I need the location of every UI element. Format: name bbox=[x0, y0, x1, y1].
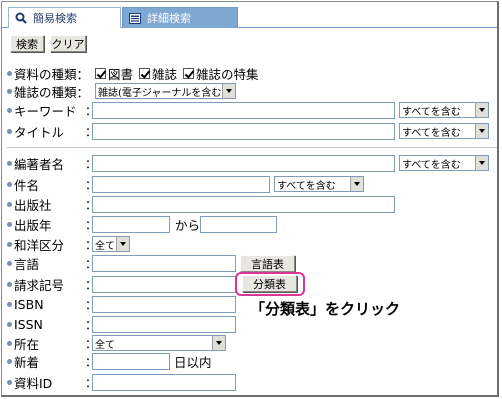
pub-year-from-input[interactable] bbox=[92, 216, 170, 233]
location-select[interactable]: 全て bbox=[92, 335, 226, 351]
search-button[interactable]: 検索 bbox=[10, 35, 44, 52]
magazine-type-select[interactable]: 雑誌(電子ジャーナルを含む) bbox=[95, 83, 236, 99]
chevron-down-icon bbox=[350, 177, 363, 191]
material-id-label: 資料ID bbox=[7, 373, 52, 391]
author-mode-select[interactable]: すべてを含む bbox=[399, 155, 489, 171]
language-table-button[interactable]: 言語表 bbox=[240, 255, 295, 272]
bullet-icon bbox=[7, 70, 12, 76]
material-id-input[interactable] bbox=[92, 374, 236, 391]
tab-simple-label: 簡易検索 bbox=[33, 12, 77, 25]
section-divider bbox=[7, 147, 497, 148]
issn-input[interactable] bbox=[92, 316, 236, 333]
bullet-icon bbox=[7, 201, 12, 207]
author-input[interactable] bbox=[92, 155, 395, 172]
pub-year-to-input[interactable] bbox=[200, 216, 277, 233]
search-panel: 簡易検索 詳細検索 検索 クリア 資料の種類： 図書 雑誌 雑誌の特集 雑誌の種… bbox=[1, 1, 499, 397]
chevron-down-icon bbox=[212, 336, 225, 350]
keyword-label: キーワード bbox=[7, 101, 77, 119]
pub-year-from-text: から bbox=[175, 217, 201, 233]
click-instruction-annotation: 「分類表」をクリック bbox=[250, 300, 401, 318]
subject-mode-select[interactable]: すべてを含む bbox=[274, 176, 364, 192]
tab-bar: 簡易検索 詳細検索 bbox=[2, 2, 497, 28]
bullet-icon bbox=[7, 340, 12, 346]
bullet-icon bbox=[7, 301, 12, 307]
bullet-icon bbox=[7, 260, 12, 266]
magazine-type-label: 雑誌の種類： bbox=[7, 82, 89, 100]
magazine-checkbox-label: 雑誌 bbox=[152, 66, 178, 82]
publisher-input[interactable] bbox=[92, 196, 395, 213]
bullet-icon bbox=[7, 88, 12, 94]
book-checkbox-label: 図書 bbox=[108, 66, 134, 82]
bullet-icon bbox=[7, 321, 12, 327]
subject-label: 件名 bbox=[7, 175, 39, 193]
magazine-feature-checkbox-label: 雑誌の特集 bbox=[196, 66, 259, 82]
call-number-input[interactable] bbox=[92, 276, 236, 293]
chevron-down-icon bbox=[222, 84, 235, 98]
magazine-feature-checkbox[interactable] bbox=[183, 67, 195, 79]
tab-detail-search[interactable]: 詳細検索 bbox=[122, 7, 238, 28]
isbn-label: ISBN bbox=[7, 295, 44, 313]
language-input[interactable] bbox=[92, 255, 236, 272]
chevron-down-icon bbox=[475, 156, 488, 170]
bullet-icon bbox=[7, 107, 12, 113]
tab-detail-label: 詳細検索 bbox=[147, 12, 191, 25]
new-arrival-label: 新着 bbox=[7, 352, 39, 370]
bullet-icon bbox=[7, 160, 12, 166]
keyword-mode-select[interactable]: すべてを含む bbox=[399, 102, 489, 118]
location-label: 所在 bbox=[7, 334, 39, 352]
bullet-icon bbox=[7, 241, 12, 247]
author-label: 編著者名 bbox=[7, 154, 64, 172]
publisher-label: 出版社 bbox=[7, 195, 52, 213]
lang-class-select[interactable]: 全て bbox=[92, 236, 130, 252]
search-icon bbox=[15, 12, 27, 24]
material-type-label: 資料の種類： bbox=[7, 64, 89, 82]
language-label: 言語 bbox=[7, 254, 39, 272]
bullet-icon bbox=[7, 128, 12, 134]
classification-button-highlight bbox=[235, 272, 305, 296]
clear-button[interactable]: クリア bbox=[50, 35, 86, 52]
form-icon bbox=[129, 12, 141, 24]
bullet-icon bbox=[7, 181, 12, 187]
new-arrival-suffix: 日以内 bbox=[174, 354, 212, 370]
chevron-down-icon bbox=[475, 124, 488, 138]
chevron-down-icon bbox=[475, 103, 488, 117]
title-mode-select[interactable]: すべてを含む bbox=[399, 123, 489, 139]
bullet-icon bbox=[7, 281, 12, 287]
chevron-down-icon bbox=[116, 237, 129, 251]
title-input[interactable] bbox=[92, 123, 395, 140]
call-number-label: 請求記号 bbox=[7, 275, 64, 293]
tab-simple-search[interactable]: 簡易検索 bbox=[8, 7, 121, 28]
bullet-icon bbox=[7, 379, 12, 385]
material-type-options: 図書 雑誌 雑誌の特集 bbox=[95, 64, 259, 82]
subject-input[interactable] bbox=[92, 176, 270, 193]
issn-label: ISSN bbox=[7, 315, 43, 333]
bullet-icon bbox=[7, 358, 12, 364]
pub-year-label: 出版年 bbox=[7, 215, 52, 233]
title-label: タイトル bbox=[7, 122, 64, 140]
new-arrival-days-input[interactable] bbox=[92, 353, 170, 370]
isbn-input[interactable] bbox=[92, 296, 236, 313]
book-checkbox[interactable] bbox=[95, 67, 106, 79]
bullet-icon bbox=[7, 221, 12, 227]
magazine-checkbox[interactable] bbox=[139, 67, 151, 79]
lang-class-label: 和洋区分 bbox=[7, 235, 64, 253]
keyword-input[interactable] bbox=[92, 102, 395, 119]
